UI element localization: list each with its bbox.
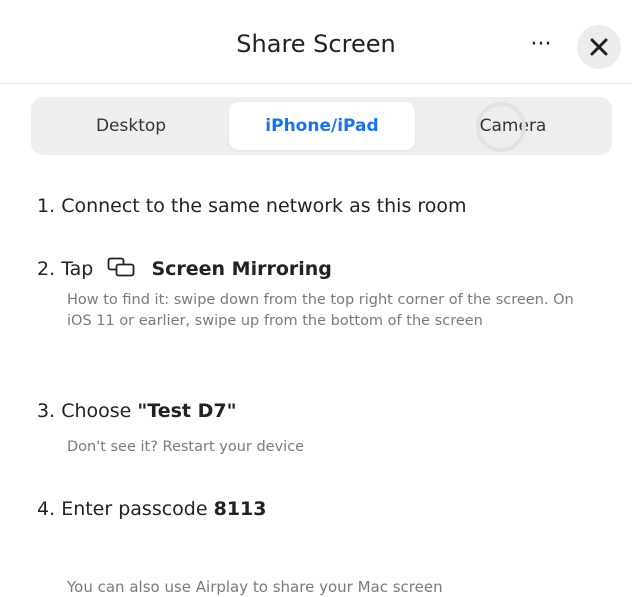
step-2-number: 2. <box>37 258 56 280</box>
airplay-note: You can also use Airplay to share your M… <box>67 578 443 596</box>
step-4-prefix: Enter passcode <box>61 498 208 520</box>
step-2-prefix: Tap <box>61 258 94 280</box>
dialog-header: Share Screen ··· <box>0 0 632 84</box>
step-2-bold: Screen Mirroring <box>151 258 332 280</box>
share-mode-tabs: Desktop iPhone/iPad Camera <box>31 97 612 155</box>
step-2: 2. Tap Screen Mirroring <box>37 257 332 280</box>
more-options-button[interactable]: ··· <box>523 28 559 60</box>
tab-iphone-ipad[interactable]: iPhone/iPad <box>229 102 415 150</box>
step-1-text: Connect to the same network as this room <box>61 195 467 217</box>
step-3-room-name: "Test D7" <box>137 400 237 422</box>
step-3-prefix: Choose <box>61 400 132 422</box>
screen-mirroring-icon <box>108 257 135 277</box>
step-1-number: 1. <box>37 195 56 217</box>
tab-desktop[interactable]: Desktop <box>37 102 225 150</box>
more-icon: ··· <box>530 31 552 57</box>
close-icon <box>590 38 608 56</box>
step-4-number: 4. <box>37 498 56 520</box>
step-3: 3. Choose "Test D7" <box>37 400 237 422</box>
tab-camera[interactable]: Camera <box>419 102 607 150</box>
close-button[interactable] <box>577 25 621 69</box>
step-4-passcode: 8113 <box>213 498 267 520</box>
step-2-hint: How to find it: swipe down from the top … <box>67 292 574 329</box>
step-3-hint: Don't see it? Restart your device <box>67 439 305 455</box>
step-1: 1. Connect to the same network as this r… <box>37 195 467 217</box>
step-3-number: 3. <box>37 400 56 422</box>
step-4: 4. Enter passcode 8113 <box>37 498 266 520</box>
